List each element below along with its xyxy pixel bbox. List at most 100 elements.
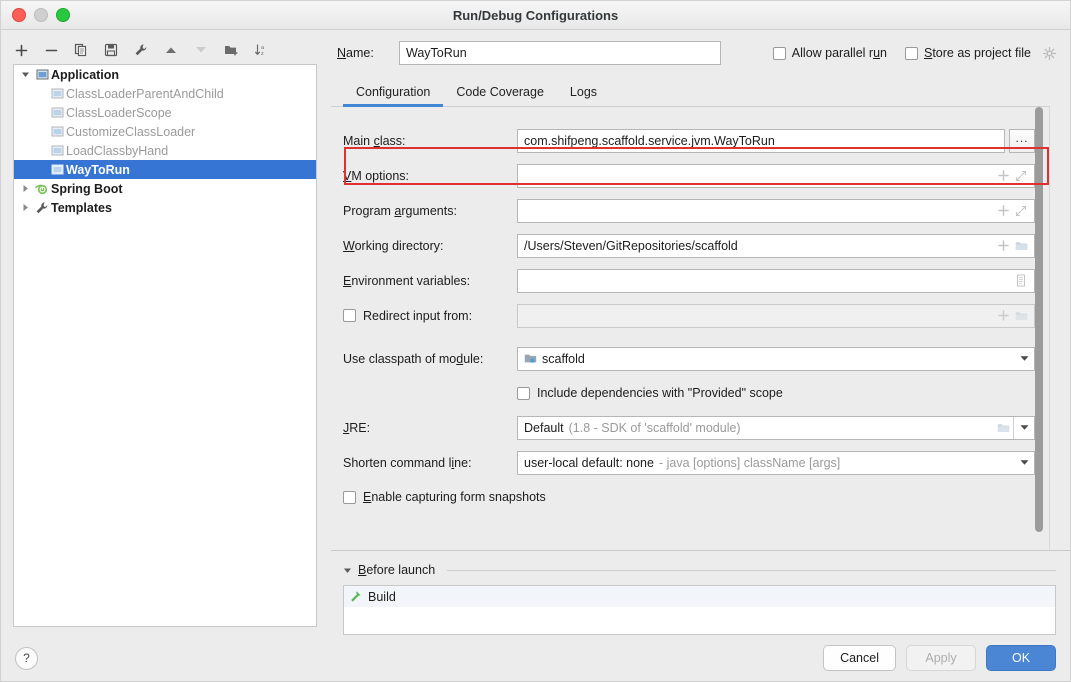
add-configuration-button[interactable] (11, 40, 31, 60)
new-folder-button[interactable] (221, 40, 241, 60)
apply-button[interactable]: Apply (906, 645, 976, 671)
store-as-project-file-checkbox[interactable]: Store as project file (904, 46, 1056, 60)
form-scrollbar-thumb[interactable] (1035, 107, 1043, 532)
form-scrollbar[interactable] (1035, 107, 1043, 550)
expand-collapse-icon[interactable] (18, 184, 33, 193)
jre-browse-folder-icon[interactable] (993, 422, 1013, 434)
run-config-icon (48, 125, 66, 138)
tree-node-label: Application (51, 67, 120, 82)
working-directory-row: Working directory: /Users/Steven/GitRepo… (343, 228, 1035, 263)
chevron-down-icon[interactable] (1014, 424, 1034, 431)
tab-configuration[interactable]: Configuration (343, 85, 444, 107)
vm-options-input[interactable] (517, 163, 1035, 188)
collapse-icon[interactable] (343, 566, 352, 575)
ok-button[interactable]: OK (986, 645, 1056, 671)
main-class-value: com.shifpeng.scaffold.service.jvm.WayToR… (524, 133, 775, 148)
module-icon (524, 353, 537, 365)
chevron-down-icon[interactable] (1014, 355, 1034, 362)
environment-variables-input[interactable] (517, 268, 1035, 293)
tree-node-application[interactable]: Application (14, 65, 316, 84)
allow-parallel-run-checkbox[interactable]: Allow parallel run (772, 46, 887, 60)
help-button[interactable]: ? (15, 646, 38, 670)
jre-row: JRE: Default (1.8 - SDK of 'scaffold' mo… (343, 410, 1035, 445)
name-label: Name: (337, 46, 374, 60)
insert-macro-icon[interactable] (994, 205, 1012, 216)
program-arguments-input[interactable] (517, 198, 1035, 223)
sort-az-button[interactable]: a z (251, 40, 271, 60)
enable-form-snapshots-label: Enable capturing form snapshots (363, 490, 546, 504)
run-debug-configurations-dialog: Run/Debug Configurations a z Application… (0, 0, 1071, 682)
before-launch-list[interactable]: Build (343, 585, 1056, 635)
name-input[interactable]: WayToRun (399, 41, 721, 65)
configuration-form-scroll: Main class: com.shifpeng.scaffold.servic… (331, 107, 1050, 550)
configurations-tree[interactable]: Application ClassLoaderParentAndChild Cl… (13, 64, 317, 627)
build-hammer-icon (349, 590, 362, 603)
before-launch-item-build[interactable]: Build (344, 586, 1055, 607)
redirect-input-field[interactable] (517, 303, 1035, 328)
tree-node-customizeclassloader[interactable]: CustomizeClassLoader (14, 122, 316, 141)
working-directory-label: Working directory: (343, 238, 444, 253)
use-classpath-value: scaffold (542, 351, 585, 366)
checkbox-box (343, 490, 356, 504)
save-configuration-button[interactable] (101, 40, 121, 60)
move-down-button[interactable] (191, 40, 211, 60)
tab-code-coverage[interactable]: Code Coverage (443, 85, 557, 106)
chevron-down-icon[interactable] (1014, 459, 1034, 466)
tree-node-label: ClassLoaderScope (66, 105, 172, 120)
gear-icon[interactable] (1043, 46, 1056, 60)
spring-boot-icon (33, 182, 51, 196)
remove-configuration-button[interactable] (41, 40, 61, 60)
run-config-icon (48, 144, 66, 157)
browse-folder-icon[interactable] (1012, 240, 1030, 252)
copy-configuration-button[interactable] (71, 40, 91, 60)
program-arguments-row: Program arguments: (343, 193, 1035, 228)
configurations-pane: a z Application ClassLoaderParentAndChil… (1, 30, 325, 635)
program-arguments-label: Program arguments: (343, 203, 457, 218)
tree-node-classloaderparentandchild[interactable]: ClassLoaderParentAndChild (14, 84, 316, 103)
environment-variables-row: Environment variables: (343, 263, 1035, 298)
redirect-input-checkbox[interactable]: Redirect input from: (343, 309, 517, 323)
expand-collapse-icon[interactable] (18, 70, 33, 79)
enable-form-snapshots-checkbox[interactable]: Enable capturing form snapshots (343, 480, 1035, 514)
jre-value: Default (524, 420, 564, 435)
name-row: Name: WayToRun Allow parallel run Store … (331, 30, 1070, 76)
window-title: Run/Debug Configurations (452, 7, 619, 23)
insert-macro-icon[interactable] (994, 310, 1012, 321)
shorten-command-line-combo[interactable]: user-local default: none - java [options… (517, 450, 1035, 475)
working-directory-input[interactable]: /Users/Steven/GitRepositories/scaffold (517, 233, 1035, 258)
main-class-input[interactable]: com.shifpeng.scaffold.service.jvm.WayToR… (517, 128, 1005, 153)
title-bar: Run/Debug Configurations (1, 1, 1070, 30)
zoom-window-button[interactable] (56, 8, 70, 22)
tree-node-spring-boot[interactable]: Spring Boot (14, 179, 316, 198)
tab-logs[interactable]: Logs (557, 85, 610, 106)
main-class-browse-button[interactable]: ... (1009, 128, 1035, 153)
use-classpath-combo[interactable]: scaffold (517, 346, 1035, 371)
cancel-button[interactable]: Cancel (823, 645, 896, 671)
wrench-icon (33, 201, 51, 215)
tree-node-label: LoadClassbyHand (66, 143, 169, 158)
vm-options-row: VM options: (343, 158, 1035, 193)
close-window-button[interactable] (12, 8, 26, 22)
tree-node-label: ClassLoaderParentAndChild (66, 86, 224, 101)
shorten-command-line-label: Shorten command line: (343, 455, 472, 470)
jre-value-hint: (1.8 - SDK of 'scaffold' module) (568, 420, 741, 435)
browse-folder-icon[interactable] (1012, 310, 1030, 322)
expand-collapse-icon[interactable] (18, 203, 33, 212)
insert-macro-icon[interactable] (994, 240, 1012, 251)
jre-combo[interactable]: Default (1.8 - SDK of 'scaffold' module) (517, 415, 1035, 440)
move-up-button[interactable] (161, 40, 181, 60)
tree-node-templates[interactable]: Templates (14, 198, 316, 217)
before-launch-header[interactable]: Before launch (343, 559, 1056, 581)
edit-templates-wrench-icon[interactable] (131, 40, 151, 60)
minimize-window-button[interactable] (34, 8, 48, 22)
include-provided-scope-label: Include dependencies with "Provided" sco… (537, 386, 783, 400)
expand-editor-icon[interactable] (1012, 205, 1030, 217)
edit-env-vars-icon[interactable] (1012, 274, 1030, 287)
expand-editor-icon[interactable] (1012, 170, 1030, 182)
configurations-toolbar: a z (1, 36, 325, 64)
tree-node-loadclassbyhand[interactable]: LoadClassbyHand (14, 141, 316, 160)
include-provided-scope-checkbox[interactable]: Include dependencies with "Provided" sco… (343, 376, 1035, 410)
tree-node-waytorun[interactable]: WayToRun (14, 160, 316, 179)
insert-macro-icon[interactable] (994, 170, 1012, 181)
tree-node-classloaderscope[interactable]: ClassLoaderScope (14, 103, 316, 122)
